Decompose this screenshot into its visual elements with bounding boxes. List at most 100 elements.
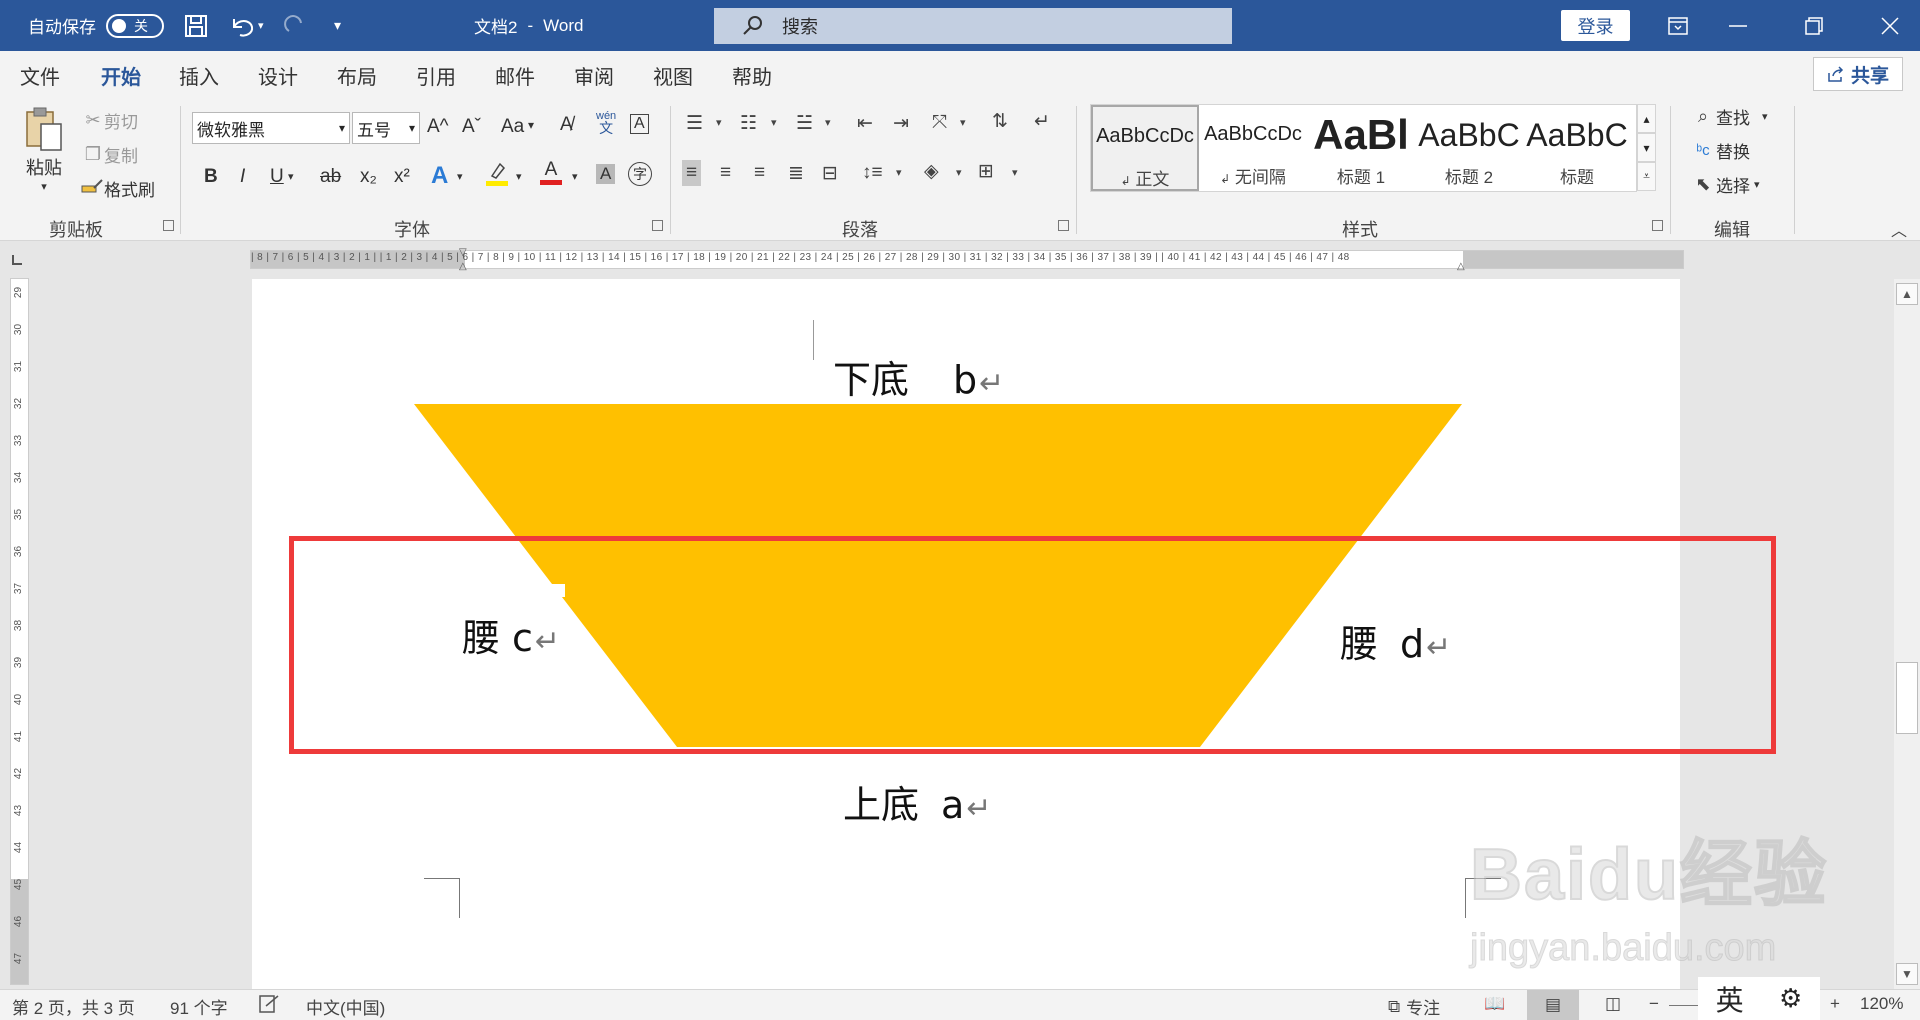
tab-selector[interactable]: [0, 243, 34, 277]
style-normal[interactable]: AaBbCcDc ↲ 正文: [1091, 105, 1199, 191]
ribbon-display-icon[interactable]: [1648, 0, 1708, 51]
char-shading-icon[interactable]: A: [596, 164, 616, 184]
print-layout-icon[interactable]: ▤: [1527, 990, 1579, 1020]
chevron-down-icon[interactable]: ▾: [960, 116, 966, 129]
autosave-toggle[interactable]: 关: [106, 13, 164, 38]
chevron-down-icon[interactable]: ▾: [288, 170, 294, 183]
increase-indent-icon[interactable]: ⇥: [893, 112, 909, 135]
search-box[interactable]: 搜索: [714, 8, 1232, 44]
save-icon[interactable]: [183, 0, 209, 51]
style-heading-1[interactable]: AaBl 标题 1: [1307, 105, 1415, 191]
bullets-icon[interactable]: ☰: [686, 112, 703, 135]
style-title[interactable]: AaBbC 标题: [1523, 105, 1631, 191]
paste-dropdown-icon[interactable]: ▾: [41, 180, 47, 193]
chevron-down-icon[interactable]: ▾: [716, 116, 722, 129]
phonetic-guide-icon[interactable]: wén 文: [596, 110, 616, 136]
font-name-combo[interactable]: 微软雅黑 ▾: [192, 112, 350, 144]
web-layout-icon[interactable]: ◫: [1605, 994, 1621, 1014]
styles-more-icon[interactable]: ⩡: [1637, 162, 1656, 191]
tab-mailings[interactable]: 邮件: [495, 61, 535, 90]
undo-dropdown-icon[interactable]: ▾: [258, 19, 264, 32]
font-launcher-icon[interactable]: [652, 220, 663, 231]
ime-mode[interactable]: 英: [1716, 979, 1744, 1019]
vertical-ruler[interactable]: 29 30 31 32 33 34 35 36 37 38 39 40 41 4…: [10, 278, 29, 985]
horizontal-ruler[interactable]: | 8 | 7 | 6 | 5 | 4 | 3 | 2 | 1 | | 1 | …: [250, 247, 1684, 272]
tab-layout[interactable]: 布局: [337, 61, 377, 90]
font-size-combo[interactable]: 五号 ▾: [352, 112, 420, 144]
word-count[interactable]: 91 个字: [170, 994, 228, 1019]
paste-button[interactable]: 粘贴 ▾: [20, 106, 68, 193]
chevron-down-icon[interactable]: ▾: [1762, 110, 1768, 123]
login-button[interactable]: 登录: [1561, 10, 1630, 41]
replace-button[interactable]: ᵇc 替换: [1690, 138, 1750, 163]
zoom-in-button[interactable]: +: [1830, 994, 1840, 1014]
tab-file[interactable]: 文件: [20, 61, 60, 90]
distribute-icon[interactable]: ⊟: [822, 162, 838, 185]
find-button[interactable]: ⌕ 查找 ▾: [1690, 104, 1768, 129]
chevron-down-icon[interactable]: ▾: [457, 170, 463, 183]
proofing-icon[interactable]: [258, 994, 280, 1014]
page-info[interactable]: 第 2 页，共 3 页: [12, 994, 135, 1019]
highlight-icon[interactable]: [484, 160, 510, 192]
vertical-scrollbar[interactable]: ▲ ▼: [1894, 279, 1920, 989]
zoom-out-button[interactable]: −: [1649, 994, 1659, 1014]
chevron-down-icon[interactable]: ▾: [825, 116, 831, 129]
superscript-icon[interactable]: x²: [394, 166, 410, 188]
numbering-icon[interactable]: ☷: [740, 112, 757, 135]
styles-up-icon[interactable]: ▴: [1637, 104, 1656, 133]
scroll-up-icon[interactable]: ▲: [1896, 283, 1918, 305]
shading-icon[interactable]: ◈: [924, 160, 939, 183]
tab-view[interactable]: 视图: [653, 61, 693, 90]
chinese-layout-icon[interactable]: ⤧: [932, 112, 947, 134]
font-color-icon[interactable]: A: [540, 160, 562, 185]
change-case-icon[interactable]: Aa: [501, 116, 524, 138]
read-mode-icon[interactable]: 📖: [1484, 994, 1505, 1014]
align-center-icon[interactable]: ≡: [720, 162, 731, 184]
cut-button[interactable]: ✂ 剪切: [82, 108, 138, 133]
collapse-ribbon-icon[interactable]: ︿: [1891, 217, 1907, 241]
minimize-icon[interactable]: [1708, 0, 1768, 51]
styles-launcher-icon[interactable]: [1652, 220, 1663, 231]
close-icon[interactable]: [1860, 0, 1920, 51]
bold-icon[interactable]: B: [204, 166, 218, 188]
scroll-thumb[interactable]: [1896, 662, 1918, 734]
show-marks-icon[interactable]: ↵: [1034, 110, 1050, 133]
text-effect-icon[interactable]: A: [431, 162, 448, 190]
align-left-icon[interactable]: ≡: [682, 160, 702, 186]
chevron-down-icon[interactable]: ▾: [771, 116, 777, 129]
chevron-down-icon[interactable]: ▾: [1012, 166, 1018, 179]
undo-icon[interactable]: ▾: [228, 0, 264, 51]
zoom-level[interactable]: 120%: [1860, 994, 1903, 1014]
italic-icon[interactable]: I: [240, 166, 245, 188]
restore-icon[interactable]: [1784, 0, 1844, 51]
clipboard-launcher-icon[interactable]: [163, 220, 174, 231]
chevron-down-icon[interactable]: ▾: [1754, 178, 1760, 191]
language[interactable]: 中文(中国): [306, 994, 385, 1019]
borders-icon[interactable]: ⊞: [978, 160, 994, 183]
scroll-down-icon[interactable]: ▼: [1896, 963, 1918, 985]
chevron-down-icon[interactable]: ▾: [896, 166, 902, 179]
char-border-icon[interactable]: A: [630, 114, 649, 134]
underline-icon[interactable]: U: [270, 166, 284, 188]
right-indent-icon[interactable]: △: [1457, 261, 1465, 272]
select-button[interactable]: ⬉ 选择 ▾: [1690, 172, 1760, 197]
hanging-indent-icon[interactable]: △: [459, 261, 467, 272]
multilevel-list-icon[interactable]: ☱: [796, 112, 813, 135]
tab-design[interactable]: 设计: [258, 61, 298, 90]
gear-icon[interactable]: ⚙: [1779, 983, 1802, 1014]
chevron-down-icon[interactable]: ▾: [956, 166, 962, 179]
chevron-down-icon[interactable]: ▾: [516, 170, 522, 183]
grow-font-icon[interactable]: A^: [427, 116, 449, 138]
format-painter-button[interactable]: 格式刷: [80, 176, 155, 201]
tab-help[interactable]: 帮助: [732, 61, 772, 90]
chevron-down-icon[interactable]: ▾: [528, 118, 534, 132]
style-no-spacing[interactable]: AaBbCcDc ↲ 无间隔: [1199, 105, 1307, 191]
line-spacing-icon[interactable]: ↕≡: [862, 162, 883, 184]
redo-icon[interactable]: [283, 0, 309, 51]
shrink-font-icon[interactable]: Aˇ: [462, 116, 481, 138]
enclose-char-icon[interactable]: 字: [628, 162, 652, 186]
style-heading-2[interactable]: AaBbC 标题 2: [1415, 105, 1523, 191]
tab-insert[interactable]: 插入: [179, 61, 219, 90]
share-button[interactable]: 共享: [1813, 57, 1903, 91]
sort-icon[interactable]: ⇅: [992, 110, 1008, 133]
